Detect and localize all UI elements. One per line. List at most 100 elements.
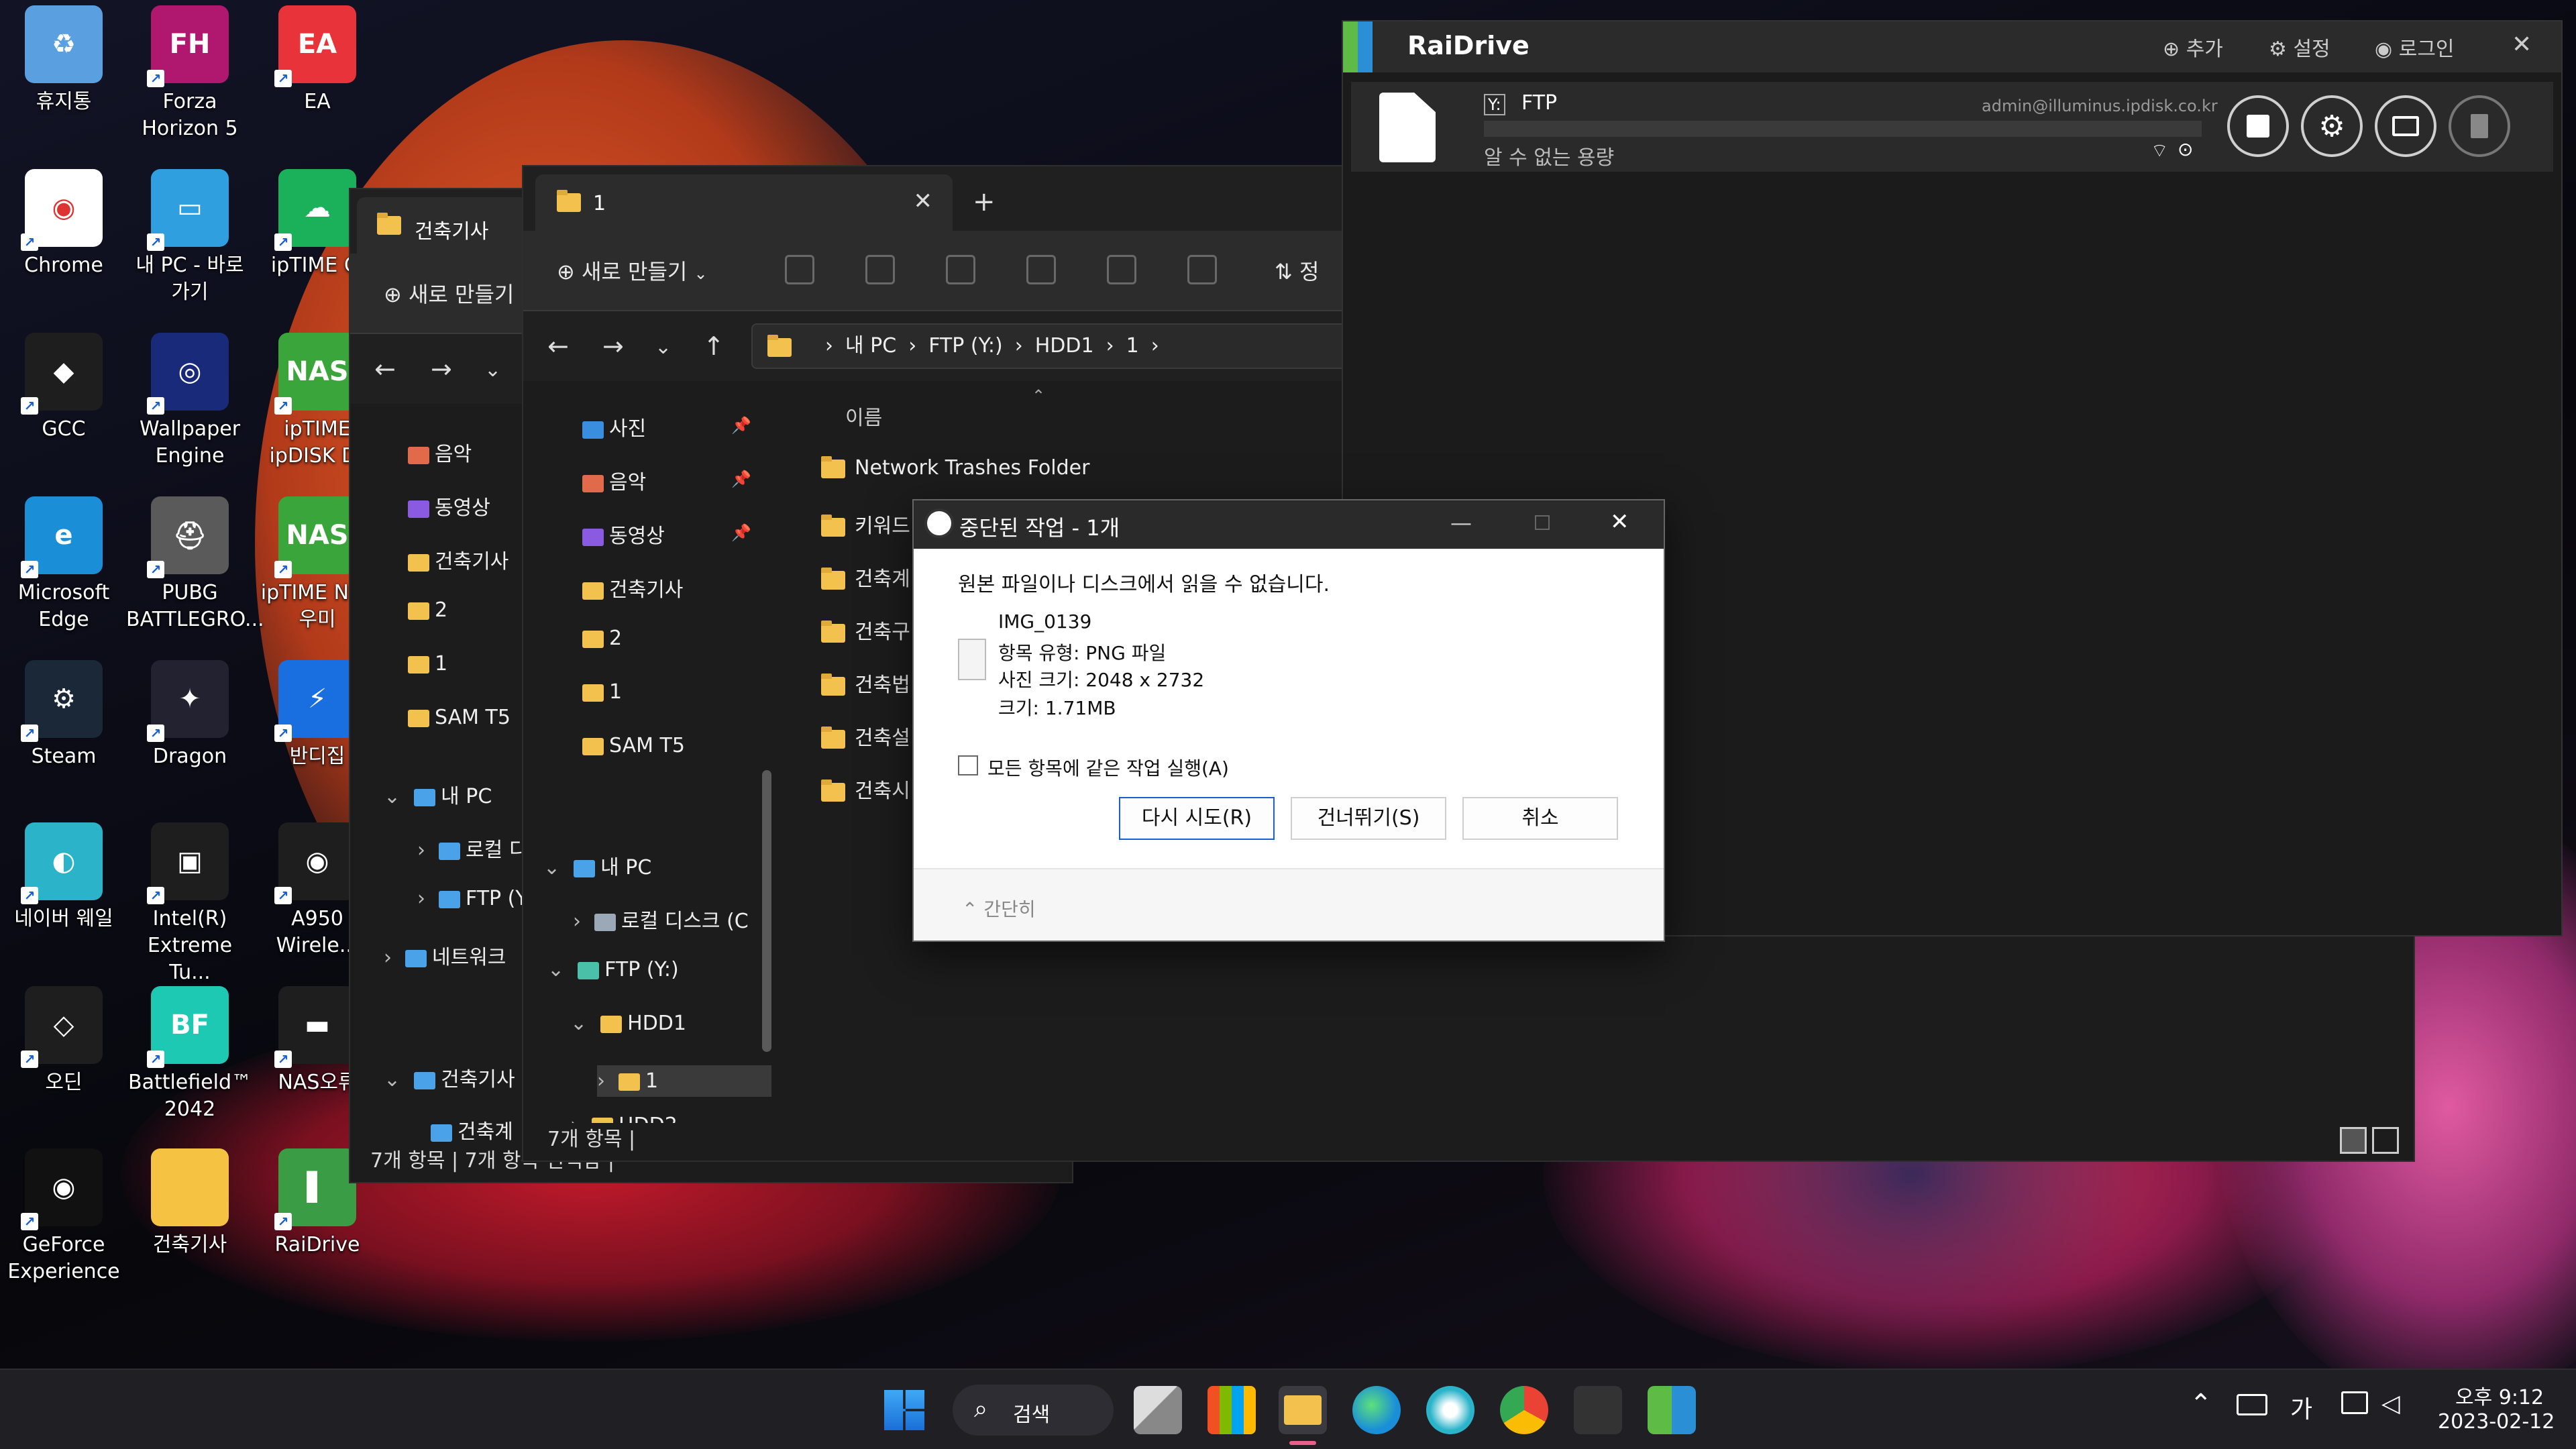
new-button[interactable]: ⊕ 새로 만들기 [384, 278, 514, 309]
keyboard-icon[interactable] [2237, 1394, 2267, 1415]
tiles-view-icon[interactable] [2372, 1127, 2399, 1154]
minimize-icon[interactable]: — [1450, 510, 1472, 535]
column-header-name[interactable]: 이름 [845, 401, 882, 431]
desktop-icon[interactable]: ◉ ↗ Chrome [0, 169, 127, 279]
tree-item[interactable]: 건축계 [417, 1115, 513, 1144]
file-explorer-taskbar-icon[interactable] [1279, 1386, 1327, 1434]
desktop-icon[interactable]: ✦ ↗ Dragon [126, 660, 254, 770]
new-button[interactable]: ⊕ 새로 만들기 ⌄ [557, 255, 708, 286]
chevron-down-icon[interactable]: ⌄ [484, 358, 501, 382]
desktop-icon[interactable]: 건축기사 [126, 1148, 254, 1258]
open-folder-button[interactable] [2375, 95, 2436, 157]
close-icon[interactable]: ✕ [1610, 508, 1629, 535]
delete-drive-button[interactable] [2449, 95, 2510, 157]
less-details-button[interactable]: ⌃ 간단히 [962, 895, 1036, 922]
desktop-icon[interactable]: ◎ ↗ Wallpaper Engine [126, 333, 254, 470]
ime-indicator[interactable]: 가 [2290, 1390, 2312, 1425]
file-row[interactable]: 건축법 [821, 668, 910, 698]
desktop-icon[interactable]: ⛑ ↗ PUBG BATTLEGRO... [126, 496, 264, 633]
quick-access-item[interactable]: 1 [582, 680, 622, 704]
cut-icon[interactable] [785, 255, 814, 284]
delete-icon[interactable] [1187, 255, 1217, 284]
new-tab-icon[interactable]: + [973, 186, 996, 217]
desktop-icon[interactable]: ♻ 휴지통 [0, 5, 127, 115]
tree-item[interactable]: ⌄ 건축기사 [384, 1063, 515, 1092]
clock-time[interactable]: 오후 9:12 [2455, 1381, 2544, 1410]
desktop-icon[interactable]: EA ↗ EA [254, 5, 381, 115]
desktop-icon[interactable]: ▣ ↗ Intel(R) Extreme Tu... [126, 822, 254, 986]
chevron-down-icon[interactable]: ⌄ [655, 335, 672, 359]
cancel-button[interactable]: 취소 [1462, 797, 1618, 840]
sidebar-item[interactable]: 1 [408, 652, 447, 676]
tree-item[interactable]: › 로컬 디스크 (C [573, 904, 749, 934]
nav-scrollbar[interactable] [762, 770, 771, 1052]
tree-item[interactable]: › 로컬 디 [417, 833, 527, 863]
tree-item[interactable]: ⌄ 내 PC [543, 851, 651, 880]
interrupted-action-dialog[interactable]: 중단된 작업 - 1개 — ✕ 원본 파일이나 디스크에서 읽을 수 없습니다.… [912, 499, 1665, 942]
close-icon[interactable]: ✕ [2512, 31, 2532, 58]
view-toggle[interactable] [2340, 1127, 2400, 1155]
start-button[interactable] [880, 1386, 928, 1434]
quick-access-item[interactable]: SAM T5 [582, 734, 685, 757]
forward-arrow-icon[interactable]: → [431, 354, 452, 384]
file-row[interactable]: 건축구 [821, 615, 910, 645]
file-row[interactable]: 건축설 [821, 721, 910, 751]
breadcrumb-segment[interactable]: 내 PC [845, 334, 896, 358]
retry-button[interactable]: 다시 시도(R) [1119, 797, 1275, 840]
tree-item[interactable]: ⌄ FTP (Y:) [547, 958, 679, 981]
store-icon[interactable] [1208, 1386, 1256, 1434]
sidebar-item[interactable]: SAM T5 [408, 706, 511, 729]
edge-taskbar-icon[interactable] [1352, 1386, 1401, 1434]
quick-access-item[interactable]: 음악 [582, 466, 646, 495]
back-arrow-icon[interactable]: ← [374, 354, 396, 384]
quick-access-item[interactable]: 건축기사 [582, 573, 683, 602]
disconnect-button[interactable] [2227, 95, 2289, 157]
desktop-icon[interactable]: ⚙ ↗ Steam [0, 660, 127, 770]
search-box[interactable]: ⌕ 검색 [953, 1385, 1114, 1436]
back-arrow-icon[interactable]: ← [547, 331, 569, 361]
add-button[interactable]: ⊕ 추가 [2163, 32, 2223, 62]
sidebar-item[interactable]: 건축기사 [408, 545, 508, 574]
up-arrow-icon[interactable]: ↑ [703, 331, 724, 361]
breadcrumb-segment[interactable]: FTP (Y:) [928, 334, 1003, 358]
paste-icon[interactable] [946, 255, 975, 284]
quick-access-item[interactable]: 2 [582, 627, 622, 650]
sort-button[interactable]: ⇅ 정 [1275, 255, 1319, 286]
network-icon[interactable] [2341, 1391, 2368, 1414]
raidrive-taskbar-icon[interactable] [1648, 1386, 1696, 1434]
drive-settings-button[interactable]: ⚙ [2301, 95, 2363, 157]
tab-1[interactable]: 1 ✕ [535, 174, 953, 231]
desktop-icon[interactable]: BF ↗ Battlefield™ 2042 [126, 986, 254, 1123]
settings-button[interactable]: ⚙ 설정 [2269, 32, 2330, 62]
clock-date[interactable]: 2023-02-12 [2438, 1410, 2555, 1434]
forward-arrow-icon[interactable]: → [602, 331, 624, 361]
pin-icon[interactable]: 📌 [731, 416, 751, 435]
desktop-icon[interactable]: ▭ ↗ 내 PC - 바로 가기 [126, 169, 254, 306]
desktop-icon[interactable]: ◇ ↗ 오딘 [0, 986, 127, 1096]
tree-item[interactable]: ⌄ HDD1 [570, 1012, 686, 1035]
tree-item[interactable]: ⌄ 내 PC [384, 780, 492, 809]
file-row[interactable]: 키워드 [821, 509, 910, 539]
desktop-icon[interactable]: ◆ ↗ GCC [0, 333, 127, 443]
quick-access-item[interactable]: 동영상 [582, 519, 665, 549]
desktop-icon[interactable]: ◐ ↗ 네이버 웨일 [0, 822, 127, 932]
pin-icon[interactable]: 📌 [731, 470, 751, 488]
share-icon[interactable] [1107, 255, 1136, 284]
task-view-icon[interactable] [1134, 1386, 1182, 1434]
breadcrumb-segment[interactable]: HDD1 [1035, 334, 1094, 358]
drive-entry[interactable]: Y: FTP admin@illuminus.ipdisk.co.kr 알 수 … [1351, 82, 2553, 172]
apply-all-checkbox[interactable] [958, 755, 978, 775]
quick-access-item[interactable]: 사진 [582, 412, 646, 441]
copy-icon[interactable] [865, 255, 895, 284]
file-row[interactable]: 건축계 [821, 562, 910, 592]
tree-item[interactable]: › 네트워크 [384, 941, 506, 970]
chevron-up-icon[interactable]: ⌃ [2190, 1389, 2212, 1419]
desktop-icon[interactable]: FH ↗ Forza Horizon 5 [126, 5, 254, 142]
close-tab-icon[interactable]: ✕ [914, 188, 933, 215]
sidebar-item[interactable]: 음악 [408, 437, 472, 467]
volume-icon[interactable]: ◁ [2381, 1390, 2400, 1417]
tree-item[interactable]: › 1 [597, 1065, 771, 1097]
chrome-taskbar-icon[interactable] [1500, 1386, 1548, 1434]
details-view-icon[interactable] [2340, 1127, 2367, 1154]
desktop-icon[interactable]: e ↗ Microsoft Edge [0, 496, 127, 633]
